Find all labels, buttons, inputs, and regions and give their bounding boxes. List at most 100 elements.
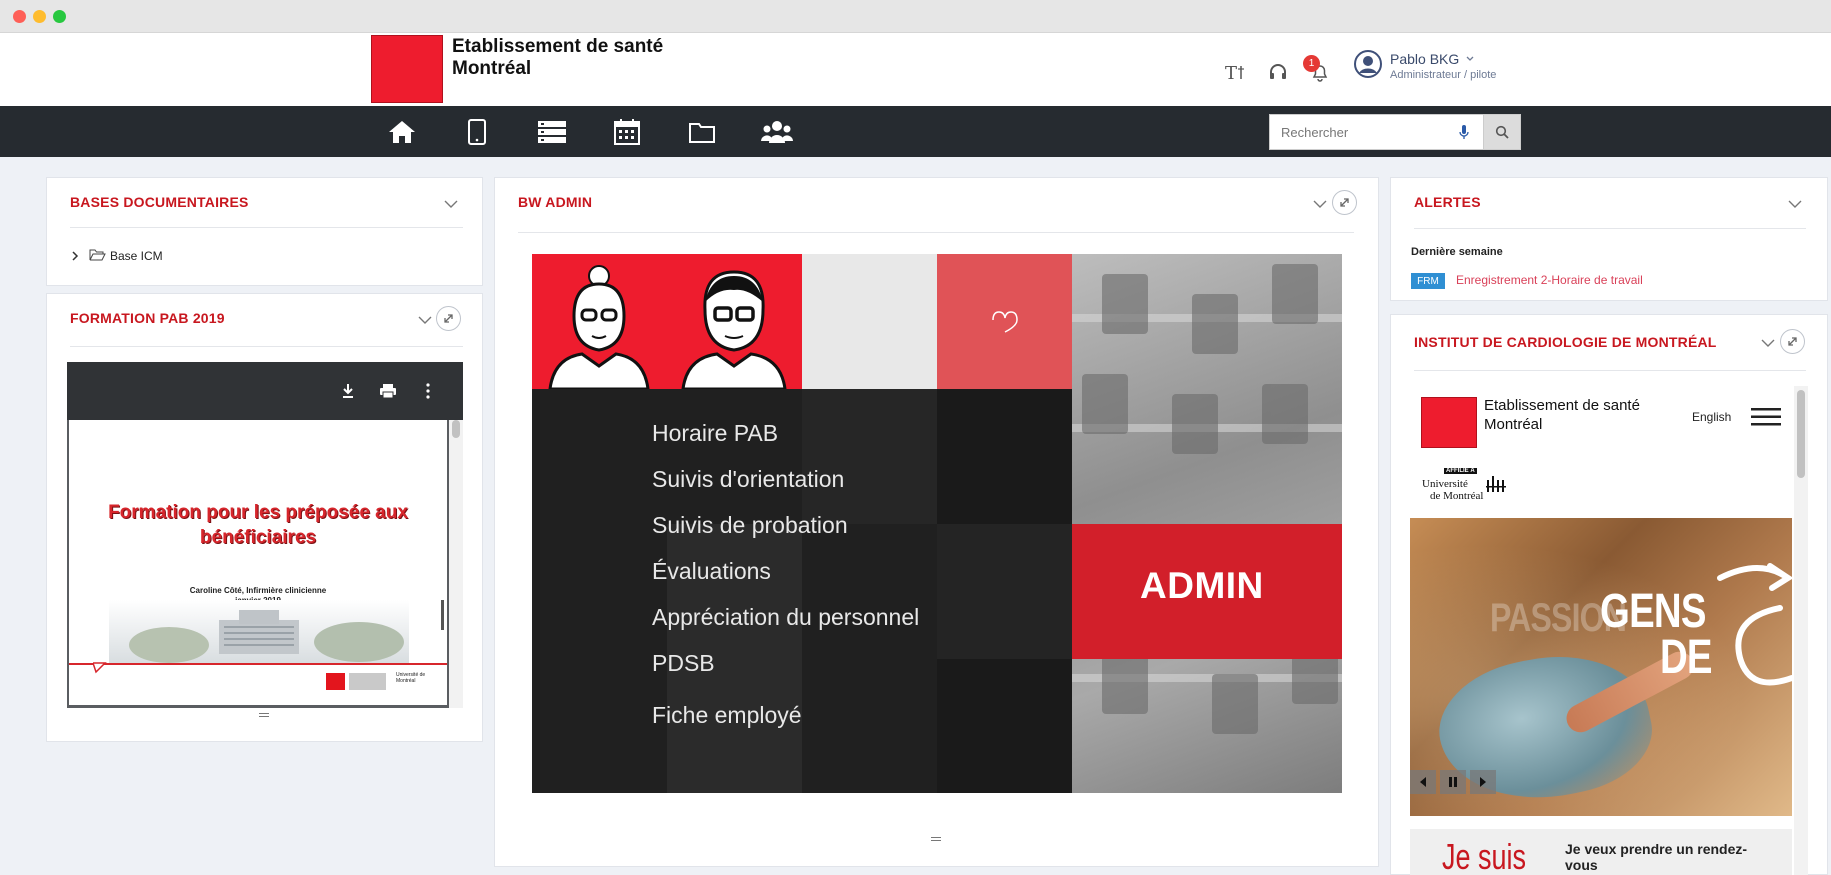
dark-tile [802, 389, 937, 524]
minimize-window-button[interactable] [33, 10, 46, 23]
slide-red-notch [93, 662, 107, 674]
slide-logo-placeholder [349, 673, 386, 690]
appointment-link[interactable]: Je veux prendre un rendez-vous [1565, 841, 1765, 873]
hero-swirl [1717, 563, 1792, 686]
divider [70, 227, 463, 228]
resize-handle[interactable] [931, 837, 941, 841]
language-link[interactable]: English [1692, 410, 1731, 424]
embedded-site-name-line1: Etablissement de santé [1484, 397, 1640, 414]
chevron-down-icon[interactable] [443, 197, 459, 209]
menu-suivis-probation[interactable]: Suivis de probation [652, 512, 848, 539]
affiliation-name-line1: Université [1422, 478, 1468, 490]
pdf-scrollbar-thumb[interactable] [452, 420, 460, 438]
more-options-icon[interactable] [419, 382, 437, 400]
chevron-down-icon[interactable] [1787, 197, 1803, 209]
panel-title: FORMATION PAB 2019 [70, 310, 225, 326]
org-logo[interactable] [371, 35, 443, 103]
divider [518, 232, 1354, 233]
carousel-next-button[interactable] [1470, 770, 1496, 794]
chevron-down-icon[interactable] [1312, 197, 1328, 209]
svg-text:T: T [1225, 63, 1237, 81]
frm-badge: FRM [1411, 273, 1445, 289]
dark-tile [937, 524, 1072, 659]
pdf-page: Formation pour les préposée aux bénéfici… [69, 420, 447, 705]
pdf-scrollbar[interactable] [449, 420, 463, 708]
user-name[interactable]: Pablo BKG [1390, 51, 1459, 67]
panel-title: BW ADMIN [518, 194, 593, 210]
resize-handle[interactable] [259, 713, 269, 717]
list-icon[interactable] [536, 116, 568, 148]
expand-button[interactable] [436, 306, 461, 331]
tagline: Je suis [1442, 836, 1527, 875]
slide-title-line1: Formation pour les préposée aux [108, 502, 408, 523]
nurse-icon [548, 265, 650, 391]
divider [70, 346, 463, 347]
bw-admin-banner: Horaire PAB Suivis d'orientation Suivis … [532, 254, 1342, 793]
menu-suivis-orientation[interactable]: Suivis d'orientation [652, 466, 844, 493]
tree-item-base-icm[interactable]: Base ICM [110, 249, 163, 263]
doctor-icon [681, 270, 787, 391]
menu-appreciation-personnel[interactable]: Appréciation du personnel [652, 604, 919, 631]
admin-label[interactable]: ADMIN [1140, 565, 1264, 607]
headset-icon[interactable] [1266, 60, 1290, 84]
maximize-window-button[interactable] [53, 10, 66, 23]
heart-icon [992, 311, 1018, 333]
slide-author-line1: Caroline Côté, Infirmière clinicienne [189, 586, 327, 595]
search-input[interactable] [1270, 115, 1470, 149]
chevron-down-icon[interactable] [417, 313, 433, 325]
expand-icon [1788, 337, 1797, 346]
divider [1414, 370, 1806, 371]
alert-section-label: Dernière semaine [1411, 246, 1503, 258]
heart-tile [937, 254, 1072, 389]
menu-pdsb[interactable]: PDSB [652, 650, 715, 677]
users-icon[interactable] [761, 116, 793, 148]
text-size-icon[interactable]: T [1224, 60, 1248, 84]
download-icon[interactable] [339, 382, 357, 400]
print-icon[interactable] [379, 382, 397, 400]
calendar-icon[interactable] [611, 116, 643, 148]
hero-carousel-image: PASSION GENS DE [1410, 518, 1792, 816]
org-name-line2: Montréal [452, 58, 532, 79]
notification-badge[interactable]: 1 [1303, 55, 1320, 72]
grey-tile [802, 254, 937, 389]
tablet-icon[interactable] [461, 116, 493, 148]
folder-icon[interactable] [686, 116, 718, 148]
panel-title: ALERTES [1414, 194, 1481, 210]
carousel-prev-button[interactable] [1410, 770, 1436, 794]
doctor-tile [667, 254, 802, 391]
microphone-icon[interactable] [1455, 123, 1473, 141]
expand-button[interactable] [1780, 329, 1805, 354]
close-window-button[interactable] [13, 10, 26, 23]
hamburger-menu-icon[interactable] [1751, 407, 1781, 427]
menu-fiche-employe[interactable]: Fiche employé [652, 702, 802, 729]
org-name-line1: Etablissement de santé [452, 36, 664, 57]
slide-title: Formation pour les préposée aux bénéfici… [69, 500, 447, 550]
pdf-toolbar [67, 362, 463, 420]
slide-side-mark [441, 600, 444, 630]
user-avatar-icon[interactable] [1354, 50, 1382, 78]
chevron-down-icon[interactable] [1760, 336, 1776, 348]
carousel-pause-button[interactable] [1440, 770, 1466, 794]
slide-hospital-image [109, 600, 409, 664]
expand-icon [1340, 198, 1349, 207]
panel-title: INSTITUT DE CARDIOLOGIE DE MONTRÉAL [1414, 334, 1717, 350]
main-navbar [0, 106, 1831, 157]
university-emblem-icon [1486, 476, 1506, 492]
org-name: Etablissement de santé Montréal [452, 36, 712, 80]
alert-link[interactable]: Enregistrement 2-Horaire de travail [1456, 273, 1643, 287]
affiliation-logo: AFFILIÉ À Université de Montréal [1422, 468, 1512, 510]
expand-button[interactable] [1332, 190, 1357, 215]
chevron-right-icon[interactable] [70, 249, 80, 261]
embedded-scrollbar-thumb[interactable] [1797, 390, 1805, 478]
search-button[interactable] [1483, 114, 1521, 150]
app-header [0, 33, 1831, 106]
affiliation-name-line2: de Montréal [1430, 490, 1484, 502]
home-icon[interactable] [386, 116, 418, 148]
chevron-down-icon[interactable] [1464, 52, 1476, 64]
menu-horaire-pab[interactable]: Horaire PAB [652, 420, 778, 447]
affiliation-name: Université de Montréal [1422, 478, 1483, 502]
menu-evaluations[interactable]: Évaluations [652, 558, 771, 585]
embedded-site-name: Etablissement de santé Montréal [1484, 396, 1640, 434]
embedded-site-logo[interactable] [1421, 397, 1477, 448]
window-titlebar [0, 0, 1831, 33]
